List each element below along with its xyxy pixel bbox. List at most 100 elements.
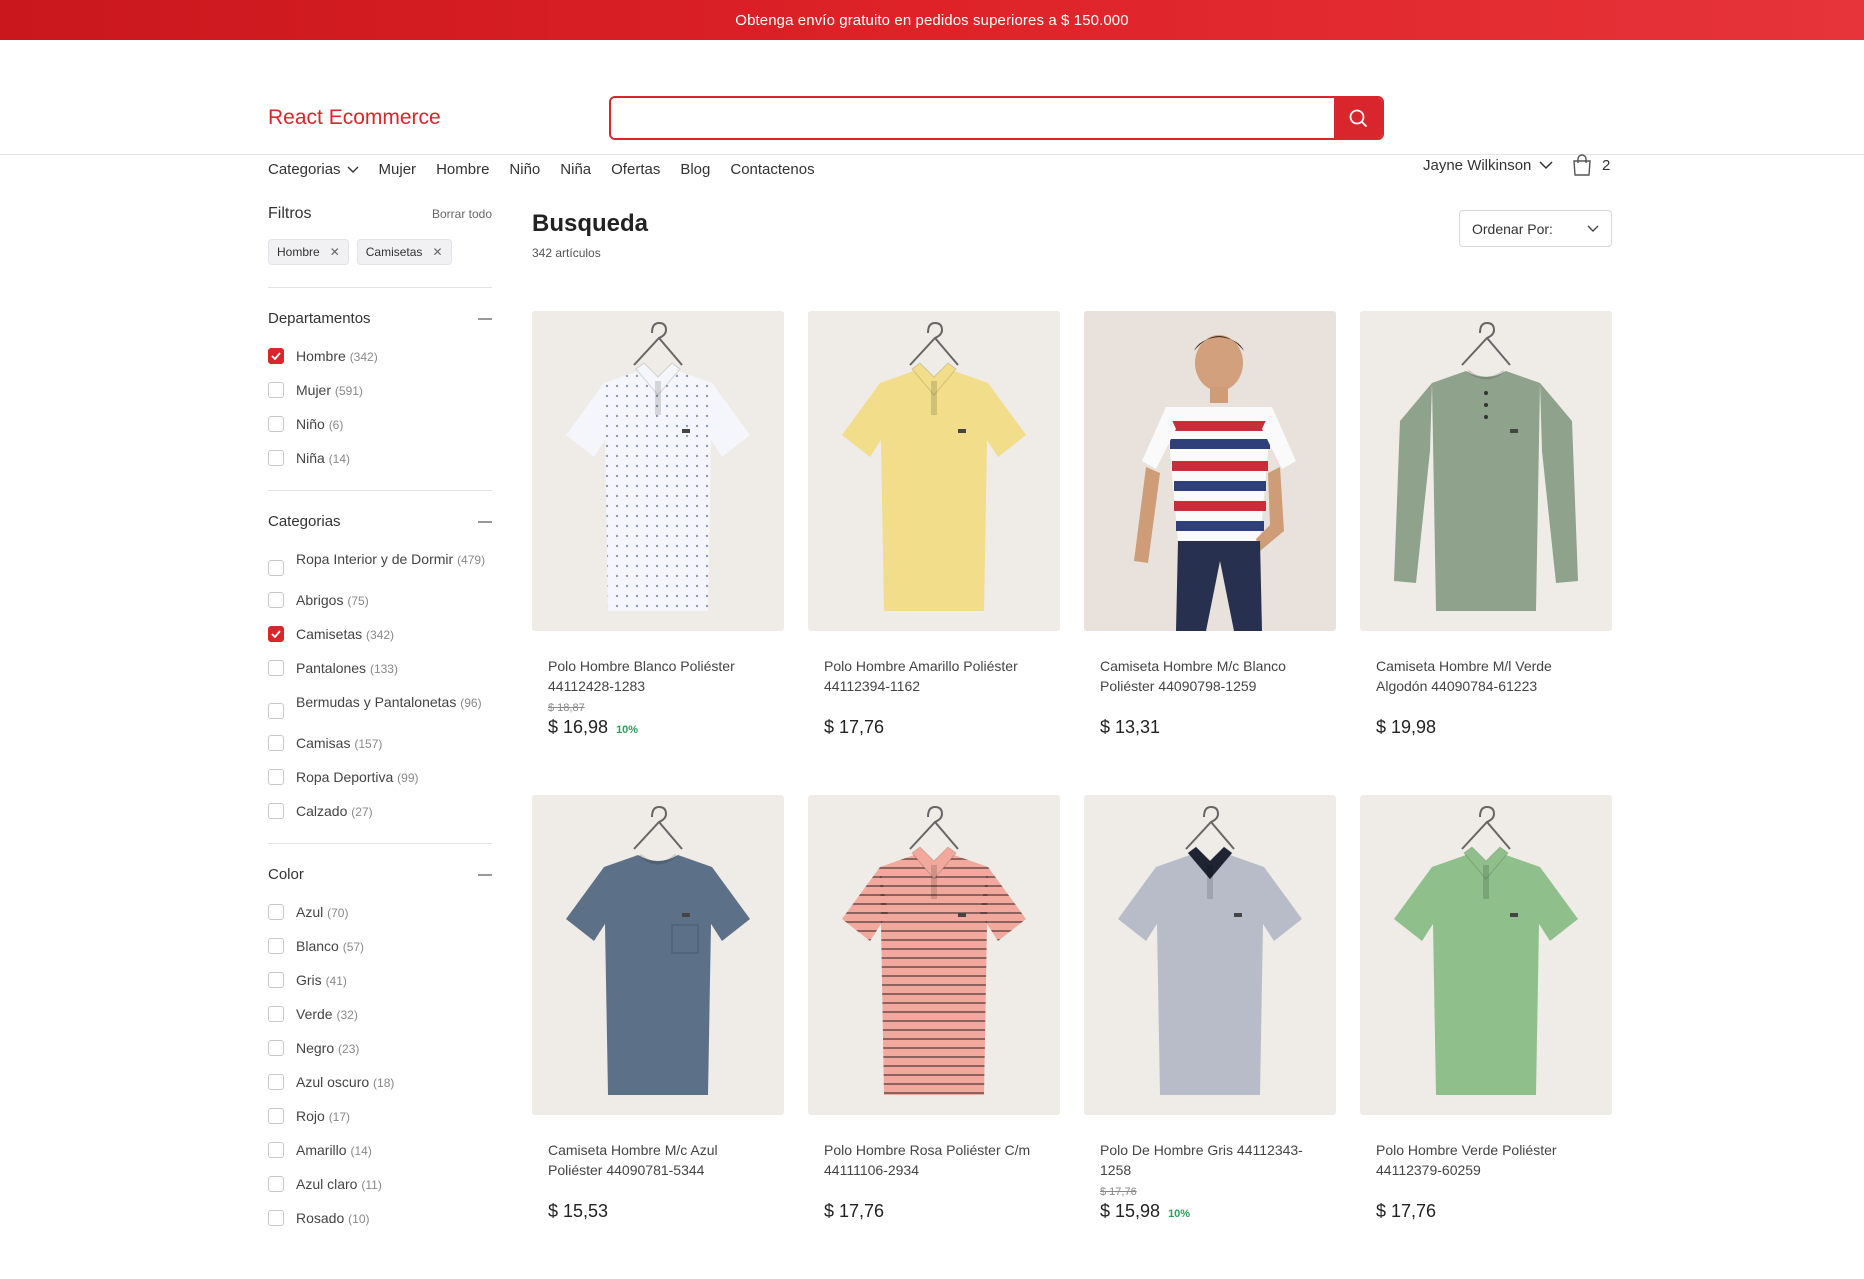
checkbox[interactable] xyxy=(268,904,284,920)
cart-button[interactable]: 2 xyxy=(1572,154,1610,176)
product-name[interactable]: Polo Hombre Rosa Poliéster C/m 44111106-… xyxy=(824,1140,1044,1180)
filter-option[interactable]: Amarillo (14) xyxy=(268,1141,492,1160)
checkbox[interactable] xyxy=(268,769,284,785)
filter-option[interactable]: Calzado (27) xyxy=(268,802,492,821)
filter-option[interactable]: Camisetas (342) xyxy=(268,625,492,644)
nav-mujer[interactable]: Mujer xyxy=(379,161,417,178)
nav-categorias[interactable]: Categorias xyxy=(268,161,359,178)
collapse-icon[interactable] xyxy=(478,873,492,876)
checkbox[interactable] xyxy=(268,1210,284,1226)
product-name[interactable]: Polo Hombre Amarillo Poliéster 44112394-… xyxy=(824,656,1044,696)
close-icon[interactable]: ✕ xyxy=(432,245,442,259)
clear-all-link[interactable]: Borrar todo xyxy=(432,207,492,221)
sort-dropdown[interactable]: Ordenar Por: xyxy=(1459,210,1612,247)
checkbox[interactable] xyxy=(268,1074,284,1090)
product-price: $ 15,98 xyxy=(1100,1201,1161,1221)
collapse-icon[interactable] xyxy=(478,317,492,320)
nav-nino[interactable]: Niño xyxy=(509,161,540,178)
product-name[interactable]: Camiseta Hombre M/c Azul Poliéster 44090… xyxy=(548,1140,768,1180)
product-card[interactable]: Polo De Hombre Gris 44112343-1258 $ 17,76… xyxy=(1084,795,1336,1279)
filter-option[interactable]: Azul oscuro (18) xyxy=(268,1073,492,1092)
checkbox[interactable] xyxy=(268,1006,284,1022)
filter-option[interactable]: Gris (41) xyxy=(268,971,492,990)
filter-option[interactable]: Niño (6) xyxy=(268,415,492,434)
product-name[interactable]: Camiseta Hombre M/c Blanco Poliéster 440… xyxy=(1100,656,1320,696)
checkbox[interactable] xyxy=(268,626,284,642)
product-image[interactable] xyxy=(532,795,784,1115)
nav-hombre[interactable]: Hombre xyxy=(436,161,489,178)
checkbox[interactable] xyxy=(268,592,284,608)
filter-option[interactable]: Camisas (157) xyxy=(268,734,492,753)
product-name[interactable]: Polo De Hombre Gris 44112343-1258 xyxy=(1100,1140,1320,1180)
filter-option[interactable]: Blanco (57) xyxy=(268,937,492,956)
product-image[interactable] xyxy=(532,311,784,631)
filter-option[interactable]: Verde (32) xyxy=(268,1005,492,1024)
filter-option[interactable]: Hombre (342) xyxy=(268,347,492,366)
product-image[interactable] xyxy=(1084,311,1336,631)
checkbox[interactable] xyxy=(268,1142,284,1158)
checkbox[interactable] xyxy=(268,660,284,676)
collapse-icon[interactable] xyxy=(478,520,492,523)
checkbox[interactable] xyxy=(268,382,284,398)
search-button[interactable] xyxy=(1334,98,1382,138)
product-image[interactable] xyxy=(1084,795,1336,1115)
chevron-down-icon xyxy=(1587,225,1599,232)
filter-option[interactable]: Ropa Deportiva (99) xyxy=(268,768,492,787)
checkbox[interactable] xyxy=(268,735,284,751)
product-image[interactable] xyxy=(808,795,1060,1115)
option-text: Pantalones (133) xyxy=(296,659,398,678)
checkbox[interactable] xyxy=(268,560,284,576)
checkbox[interactable] xyxy=(268,703,284,719)
filter-option[interactable]: Niña (14) xyxy=(268,449,492,468)
product-photo xyxy=(1394,805,1578,1095)
filter-option[interactable]: Pantalones (133) xyxy=(268,659,492,678)
product-card[interactable]: Polo Hombre Amarillo Poliéster 44112394-… xyxy=(808,311,1060,795)
option-label: Negro xyxy=(296,1040,335,1056)
checkbox[interactable] xyxy=(268,803,284,819)
filter-option[interactable]: Bermudas y Pantalonetas (96) xyxy=(268,693,492,719)
product-card[interactable]: Camiseta Hombre M/l Verde Algodón 440907… xyxy=(1360,311,1612,795)
close-icon[interactable]: ✕ xyxy=(330,245,340,259)
product-name[interactable]: Polo Hombre Verde Poliéster 44112379-602… xyxy=(1376,1140,1596,1180)
product-image[interactable] xyxy=(1360,795,1612,1115)
product-card[interactable]: Polo Hombre Verde Poliéster 44112379-602… xyxy=(1360,795,1612,1279)
filter-option[interactable]: Azul claro (11) xyxy=(268,1175,492,1194)
logo[interactable]: React Ecommerce xyxy=(268,106,441,130)
product-card[interactable]: Polo Hombre Rosa Poliéster C/m 44111106-… xyxy=(808,795,1060,1279)
product-old-price: $ 18,87 xyxy=(548,702,585,714)
product-card[interactable]: Polo Hombre Blanco Poliéster 44112428-12… xyxy=(532,311,784,795)
user-menu[interactable]: Jayne Wilkinson xyxy=(1423,157,1553,174)
nav-ofertas[interactable]: Ofertas xyxy=(611,161,660,178)
product-image[interactable] xyxy=(1360,311,1612,631)
option-label: Camisas xyxy=(296,735,351,751)
product-old-price xyxy=(548,1186,768,1199)
nav-contactenos[interactable]: Contactenos xyxy=(730,161,814,178)
filter-option[interactable]: Mujer (591) xyxy=(268,381,492,400)
filter-option[interactable]: Rosado (10) xyxy=(268,1209,492,1228)
search-input[interactable] xyxy=(611,98,1334,138)
filter-option[interactable]: Abrigos (75) xyxy=(268,591,492,610)
filter-option[interactable]: Negro (23) xyxy=(268,1039,492,1058)
checkbox[interactable] xyxy=(268,450,284,466)
product-card[interactable]: Camiseta Hombre M/c Blanco Poliéster 440… xyxy=(1084,311,1336,795)
checkbox[interactable] xyxy=(268,938,284,954)
checkbox[interactable] xyxy=(268,1176,284,1192)
nav-nina[interactable]: Niña xyxy=(560,161,591,178)
filter-option[interactable]: Ropa Interior y de Dormir (479) xyxy=(268,550,492,576)
product-card[interactable]: Camiseta Hombre M/c Azul Poliéster 44090… xyxy=(532,795,784,1279)
filter-chip[interactable]: Camisetas ✕ xyxy=(356,239,452,265)
nav-blog[interactable]: Blog xyxy=(680,161,710,178)
checkbox[interactable] xyxy=(268,1108,284,1124)
checkbox[interactable] xyxy=(268,972,284,988)
filter-chip[interactable]: Hombre ✕ xyxy=(268,239,349,265)
option-count: (591) xyxy=(334,384,363,398)
checkbox[interactable] xyxy=(268,1040,284,1056)
checkbox[interactable] xyxy=(268,348,284,364)
product-name[interactable]: Polo Hombre Blanco Poliéster 44112428-12… xyxy=(548,656,768,696)
logo-text-ecommerce: Ecommerce xyxy=(328,106,441,129)
product-name[interactable]: Camiseta Hombre M/l Verde Algodón 440907… xyxy=(1376,656,1596,696)
filter-option[interactable]: Azul (70) xyxy=(268,903,492,922)
product-image[interactable] xyxy=(808,311,1060,631)
filter-option[interactable]: Rojo (17) xyxy=(268,1107,492,1126)
checkbox[interactable] xyxy=(268,416,284,432)
